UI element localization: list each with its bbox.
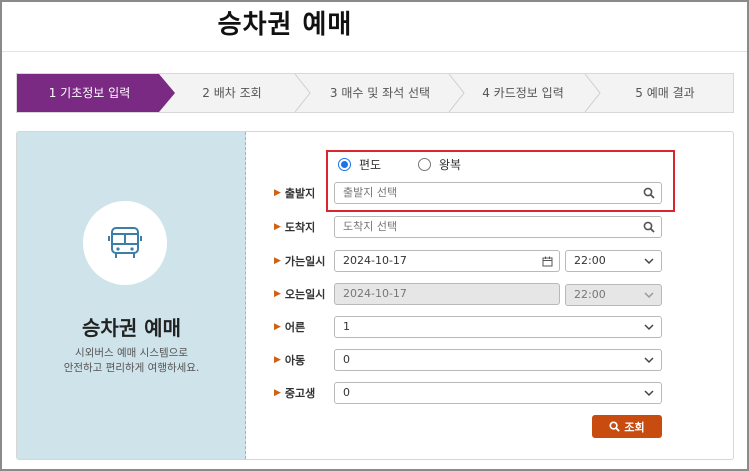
child-label-text: 아동 xyxy=(284,354,306,367)
bullet-arrow-icon: ▶ xyxy=(274,289,281,299)
chevron-down-icon[interactable] xyxy=(642,353,656,367)
bullet-arrow-icon: ▶ xyxy=(274,388,281,398)
child-label: ▶ 아동 xyxy=(274,349,305,371)
child-count-value: 0 xyxy=(343,353,350,366)
student-count-value: 0 xyxy=(343,386,350,399)
return-time-value: 22:00 xyxy=(574,288,606,301)
bullet-arrow-icon: ▶ xyxy=(274,188,281,198)
arrival-input[interactable]: 도착지 선택 xyxy=(334,216,662,238)
bus-icon-circle xyxy=(83,201,167,285)
panel-description-line2: 안전하고 편리하게 여행하세요. xyxy=(63,362,200,374)
step-seat-selection: 3 매수 및 좌석 선택 xyxy=(329,86,431,100)
page-title: 승차권 예매 xyxy=(217,10,353,40)
arrival-label-text: 도착지 xyxy=(284,221,316,234)
child-count-select[interactable]: 0 xyxy=(334,349,662,371)
search-icon xyxy=(609,421,621,432)
go-date-input[interactable]: 2024-10-17 xyxy=(334,250,560,272)
return-date-value: 2024-10-17 xyxy=(343,287,407,300)
return-date-input: 2024-10-17 xyxy=(334,283,560,305)
step-basic-info: 1 기초정보 입력 xyxy=(48,86,131,100)
go-time-value: 22:00 xyxy=(574,254,606,267)
return-datetime-label: ▶ 오는일시 xyxy=(274,283,325,305)
step-separator xyxy=(294,74,311,112)
search-icon[interactable] xyxy=(642,186,656,200)
search-icon[interactable] xyxy=(642,220,656,234)
step-dispatch-lookup: 2 배차 조회 xyxy=(202,86,262,100)
departure-input[interactable]: 출발지 선택 xyxy=(334,182,662,204)
panel-description: 시외버스 예매 시스템으로 안전하고 편리하게 여행하세요. xyxy=(17,346,246,376)
arrival-placeholder: 도착지 선택 xyxy=(343,220,398,233)
return-time-select: 22:00 xyxy=(565,284,662,306)
step-separator xyxy=(448,74,465,112)
roundtrip-radio[interactable] xyxy=(418,158,431,171)
panel-description-line1: 시외버스 예매 시스템으로 xyxy=(75,347,188,359)
chevron-down-icon[interactable] xyxy=(642,320,656,334)
step-separator xyxy=(584,74,601,112)
adult-label-text: 어른 xyxy=(284,321,306,334)
roundtrip-radio-option[interactable]: 왕복 xyxy=(418,156,461,173)
bullet-arrow-icon: ▶ xyxy=(274,222,281,232)
roundtrip-label: 왕복 xyxy=(439,158,462,172)
departure-placeholder: 출발지 선택 xyxy=(343,186,398,199)
departure-label-text: 출발지 xyxy=(284,187,316,200)
bus-icon xyxy=(108,227,142,258)
oneway-radio-option[interactable]: 편도 xyxy=(338,156,381,173)
oneway-label: 편도 xyxy=(359,158,382,172)
adult-count-select[interactable]: 1 xyxy=(334,316,662,338)
bullet-arrow-icon: ▶ xyxy=(274,322,281,332)
chevron-down-icon xyxy=(642,288,656,302)
arrival-label: ▶ 도착지 xyxy=(274,216,315,238)
go-date-value: 2024-10-17 xyxy=(343,254,407,267)
chevron-down-icon[interactable] xyxy=(642,254,656,268)
panel-title: 승차권 예매 xyxy=(82,316,181,340)
student-label-text: 중고생 xyxy=(284,387,316,400)
title-divider xyxy=(2,51,747,52)
student-label: ▶ 중고생 xyxy=(274,382,315,404)
step-progress-bar: 1 기초정보 입력 2 배차 조회 3 매수 및 좌석 선택 4 카드정보 입력… xyxy=(16,73,734,113)
departure-label: ▶ 출발지 xyxy=(274,182,315,204)
bullet-arrow-icon: ▶ xyxy=(274,355,281,365)
student-count-select[interactable]: 0 xyxy=(334,382,662,404)
calendar-icon[interactable] xyxy=(540,254,554,268)
go-time-select[interactable]: 22:00 xyxy=(565,250,662,272)
info-panel: 승차권 예매 시외버스 예매 시스템으로 안전하고 편리하게 여행하세요. xyxy=(17,132,246,459)
bullet-arrow-icon: ▶ xyxy=(274,256,281,266)
adult-label: ▶ 어른 xyxy=(274,316,305,338)
adult-count-value: 1 xyxy=(343,320,350,333)
step-reservation-result: 5 예매 결과 xyxy=(635,86,695,100)
go-datetime-label-text: 가는일시 xyxy=(284,255,326,268)
search-button-label: 조회 xyxy=(624,420,645,434)
return-datetime-label-text: 오는일시 xyxy=(284,288,326,301)
step-card-info: 4 카드정보 입력 xyxy=(482,86,564,100)
oneway-radio[interactable] xyxy=(338,158,351,171)
go-datetime-label: ▶ 가는일시 xyxy=(274,250,325,272)
search-button[interactable]: 조회 xyxy=(592,415,662,438)
chevron-down-icon[interactable] xyxy=(642,386,656,400)
